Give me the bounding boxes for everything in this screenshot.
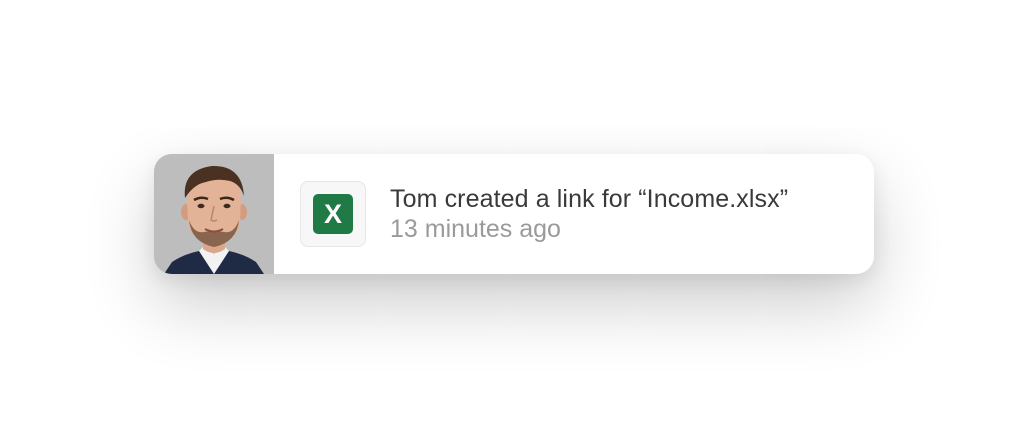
notification-time: 13 minutes ago xyxy=(390,215,561,243)
activity-notification[interactable]: X Tom created a link for “Income.xlsx” 1… xyxy=(154,154,874,274)
avatar xyxy=(154,154,274,274)
user-photo xyxy=(154,154,274,274)
excel-icon: X xyxy=(313,194,353,234)
notification-content: X Tom created a link for “Income.xlsx” 1… xyxy=(274,154,874,274)
notification-text: Tom created a link for “Income.xlsx” 13 … xyxy=(390,184,788,244)
file-tile[interactable]: X xyxy=(300,181,366,247)
stage: X Tom created a link for “Income.xlsx” 1… xyxy=(0,0,1028,428)
notification-message: Tom created a link for “Income.xlsx” xyxy=(390,185,789,213)
